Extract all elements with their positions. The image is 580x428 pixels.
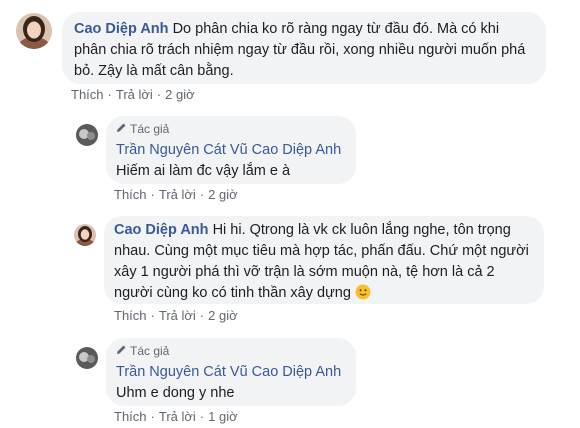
comment-author[interactable]: Trần Nguyên Cát Vũ [116,142,248,158]
timestamp[interactable]: 2 giờ [208,187,238,202]
author-badge: Tác giả [116,344,346,358]
mention-link[interactable]: Cao Diệp Anh [252,142,341,158]
avatar-tran-nguyen-cat-vu[interactable] [76,124,98,146]
reply-bubble: Tác giả Trần Nguyên Cát Vũ Cao Diệp Anh … [106,116,356,184]
reply-link[interactable]: Trả lời [159,187,196,202]
comment-text-line: phân chia rõ trách nhiệm ngay từ đầu rồi… [74,42,526,58]
comment-author[interactable]: Trần Nguyên Cát Vũ [116,364,248,380]
separator-dot: · [199,409,205,424]
comment-text-line: xây 1 người phá thì vỡ trận là sớm muộn … [114,264,495,280]
separator-dot: · [107,87,112,102]
author-badge: Tác giả [116,122,346,136]
separator-dot: · [150,308,155,323]
timestamp[interactable]: 2 giờ [208,308,238,323]
separator-dot: · [150,187,155,202]
reply-bubble: Tác giả Trần Nguyên Cát Vũ Cao Diệp Anh … [106,338,356,406]
comment-text-line: nhau. Cùng một mục tiêu mà hợp tác, phấn… [114,243,529,259]
comment-text-line: Hi hi. Qtrong là vk ck luôn lắng nghe, t… [212,222,511,238]
comment-author[interactable]: Cao Diệp Anh [114,222,209,238]
separator-dot: · [199,308,205,323]
reply-link[interactable]: Trả lời [159,409,196,424]
mention-link[interactable]: Cao Diệp Anh [252,364,341,380]
pencil-icon [116,122,127,136]
comment-actions: Thích · Trả lời · 1 giờ [114,409,238,424]
avatar-cao-diep-anh[interactable] [16,13,52,49]
comment-bubble: Cao Diệp Anh Do phân chia ko rõ ràng nga… [62,12,546,84]
avatar-cao-diep-anh[interactable] [74,224,96,246]
slightly-smiling-face-icon [355,284,371,300]
pencil-icon [116,344,127,358]
timestamp[interactable]: 2 giờ [165,87,195,102]
badge-label: Tác giả [130,344,170,358]
reply-link[interactable]: Trả lời [116,87,153,102]
separator-dot: · [199,187,205,202]
reply-link[interactable]: Trả lời [159,308,196,323]
timestamp[interactable]: 1 giờ [208,409,238,424]
like-link[interactable]: Thích [114,409,147,424]
comment-actions: Thích · Trả lời · 2 giờ [71,87,195,102]
like-link[interactable]: Thích [71,87,104,102]
comment-actions: Thích · Trả lời · 2 giờ [114,308,238,323]
badge-label: Tác giả [130,122,170,136]
reply-bubble: Cao Diệp Anh Hi hi. Qtrong là vk ck luôn… [104,216,544,304]
comment-text-line: Hiếm ai làm đc vậy lắm e à [116,163,291,179]
like-link[interactable]: Thích [114,308,147,323]
comment-author[interactable]: Cao Diệp Anh [74,21,169,37]
comment-text-line: bỏ. Zậy là mất cân bằng. [74,63,234,79]
like-link[interactable]: Thích [114,187,147,202]
avatar-tran-nguyen-cat-vu[interactable] [76,347,98,369]
comment-text-line: người cùng ko có tinh thần xây dựng [114,285,351,301]
comment-text-line: Do phân chia ko rõ ràng ngay từ đầu đó. … [172,21,500,37]
comment-text-line: Uhm e dong y nhe [116,385,235,401]
separator-dot: · [156,87,162,102]
comment-actions: Thích · Trả lời · 2 giờ [114,187,238,202]
separator-dot: · [150,409,155,424]
